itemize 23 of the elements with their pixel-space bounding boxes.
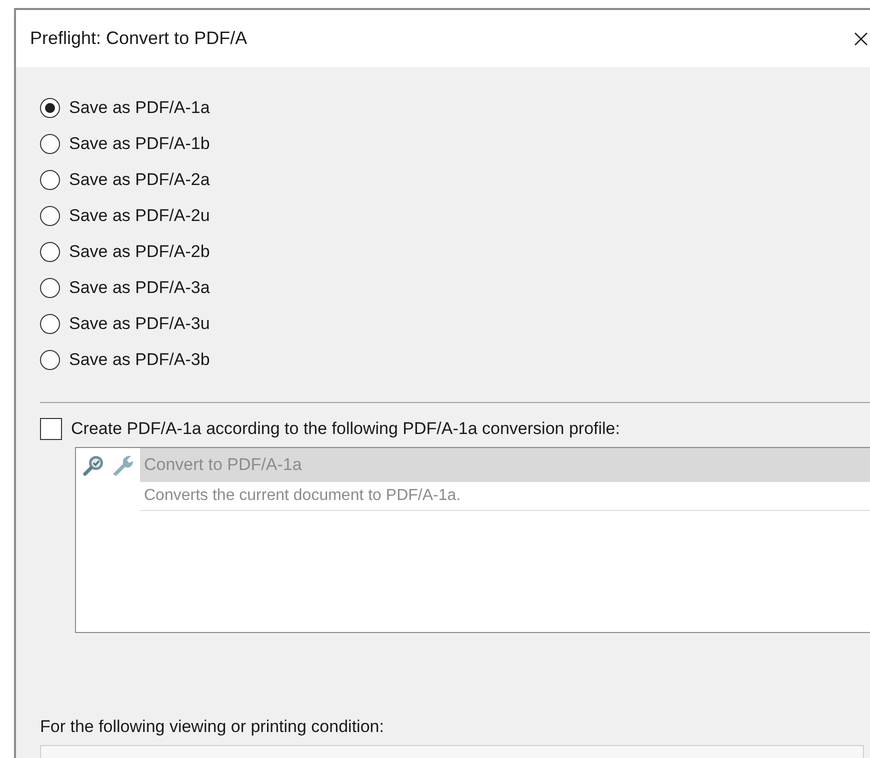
radio-button[interactable]: [40, 98, 60, 118]
radio-button[interactable]: [40, 350, 60, 370]
radio-label[interactable]: Save as PDF/A-3a: [69, 278, 210, 298]
checkbox[interactable]: [40, 418, 62, 440]
radio-label[interactable]: Save as PDF/A-1a: [69, 98, 210, 118]
radio-button[interactable]: [40, 206, 60, 226]
radio-label[interactable]: Save as PDF/A-2a: [69, 170, 210, 190]
radio-label[interactable]: Save as PDF/A-2b: [69, 242, 210, 262]
checkbox-label[interactable]: Create PDF/A-1a according to the following PDF/A-1a conversion profile:: [71, 419, 620, 439]
radio-button[interactable]: [40, 314, 60, 334]
radio-label[interactable]: Save as PDF/A-1b: [69, 134, 210, 154]
window-title: Preflight: Convert to PDF/A: [30, 28, 248, 49]
radio-label[interactable]: Save as PDF/A-2u: [69, 206, 210, 226]
magnifier-check-icon: [82, 453, 106, 477]
radio-button[interactable]: [40, 278, 60, 298]
radio-label[interactable]: Save as PDF/A-3u: [69, 314, 210, 334]
radio-button[interactable]: [40, 242, 60, 262]
condition-label: For the following viewing or printing condition:: [40, 717, 385, 737]
radio-button[interactable]: [40, 170, 60, 190]
profile-description: Converts the current document to PDF/A-1a.: [140, 482, 870, 511]
radio-button[interactable]: [40, 134, 60, 154]
radio-label[interactable]: Save as PDF/A-3b: [69, 350, 210, 370]
close-icon[interactable]: [854, 32, 868, 46]
